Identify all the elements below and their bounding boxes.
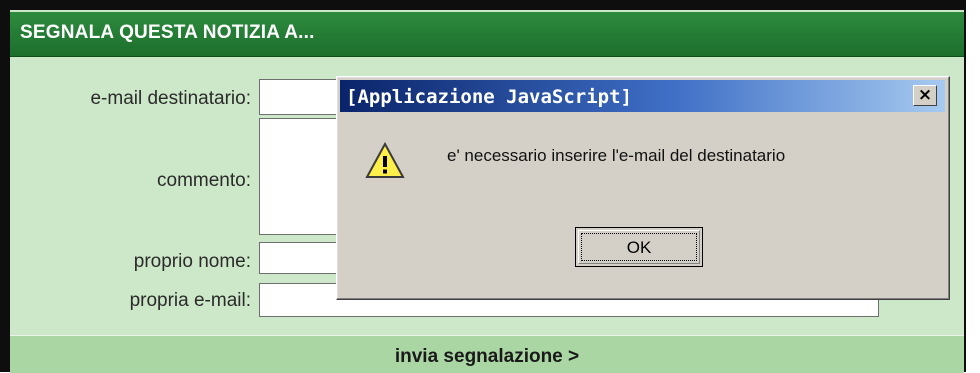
recipient-email-label: e-mail destinatario: [90, 88, 251, 109]
close-icon: × [917, 85, 933, 105]
form-title: SEGNALA QUESTA NOTIZIA A... [20, 22, 315, 43]
form-header: SEGNALA QUESTA NOTIZIA A... [10, 12, 964, 57]
alert-dialog: [Applicazione JavaScript] × e' necessari… [336, 76, 950, 300]
comment-label: commento: [157, 170, 251, 191]
ok-button[interactable]: OK [575, 227, 703, 267]
own-name-input[interactable] [259, 242, 339, 274]
own-name-label: proprio nome: [133, 251, 251, 272]
dialog-titlebar[interactable]: [Applicazione JavaScript] × [340, 80, 945, 112]
close-button[interactable]: × [913, 85, 937, 106]
submit-link[interactable]: invia segnalazione > [10, 346, 964, 368]
panel-top-border [0, 0, 966, 10]
own-email-label: propria e-mail: [129, 290, 251, 311]
warning-icon [365, 142, 405, 178]
submit-bar[interactable]: invia segnalazione > [10, 335, 964, 373]
comment-textarea[interactable] [259, 118, 339, 235]
recipient-email-input[interactable] [259, 79, 339, 115]
ok-label: OK [626, 238, 652, 257]
alert-message: e' necessario inserire l'e-mail del dest… [447, 146, 786, 165]
dialog-title: [Applicazione JavaScript] [346, 86, 632, 108]
